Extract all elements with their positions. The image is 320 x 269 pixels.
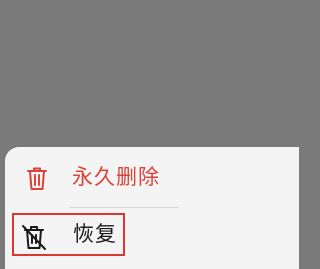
trash-icon	[27, 167, 47, 190]
permanent-delete-label: 永久删除	[72, 165, 160, 189]
highlight-box	[12, 213, 125, 256]
permanent-delete-option[interactable]: 永久删除	[5, 147, 299, 207]
